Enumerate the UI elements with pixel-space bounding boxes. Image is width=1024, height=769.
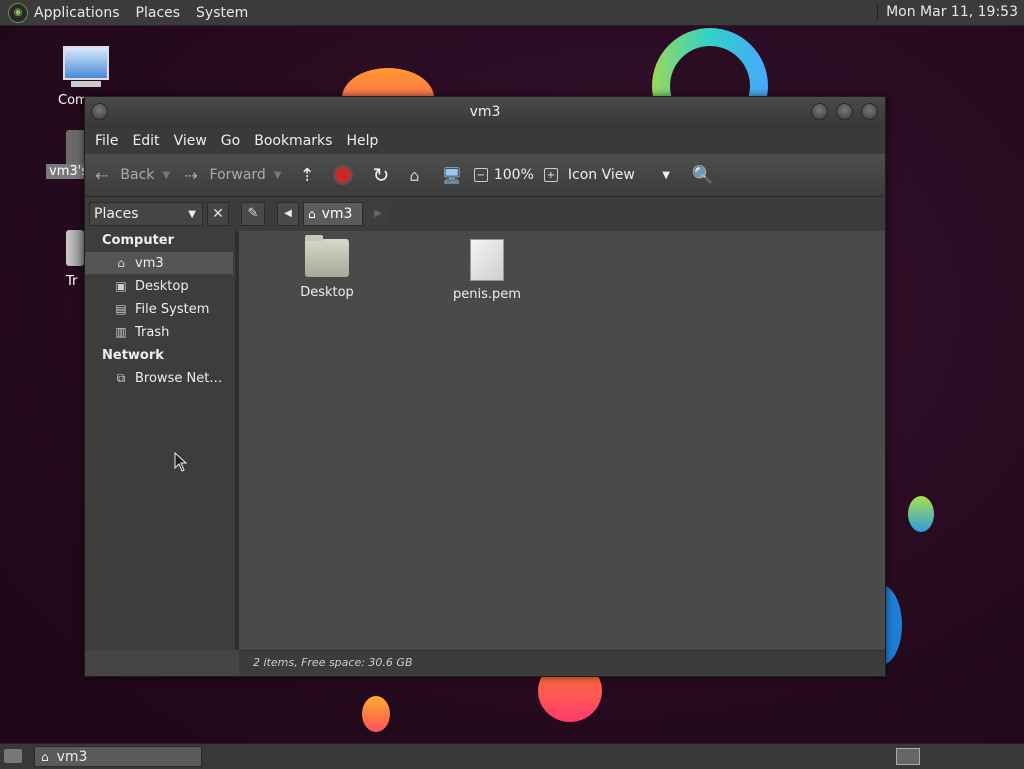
menu-edit[interactable]: Edit bbox=[132, 133, 159, 149]
trash-icon: ▥ bbox=[115, 325, 127, 339]
sidebar-item-label: vm3 bbox=[135, 255, 164, 271]
wallpaper-blob bbox=[908, 496, 934, 532]
sidebar-item-label: Desktop bbox=[135, 278, 189, 294]
trash-icon bbox=[66, 230, 84, 266]
window-menu-button[interactable] bbox=[91, 103, 108, 120]
home-icon: ⌂ bbox=[117, 256, 125, 270]
menu-system[interactable]: System bbox=[196, 5, 248, 21]
back-button[interactable]: ⇠ Back bbox=[95, 154, 154, 196]
reload-icon[interactable]: ↻ bbox=[373, 163, 390, 187]
folder-icon bbox=[305, 235, 349, 277]
file-item-label: Desktop bbox=[300, 285, 354, 300]
computer-icon[interactable]: 🖥 bbox=[442, 166, 462, 185]
maximize-button[interactable] bbox=[836, 103, 853, 120]
menubar: File Edit View Go Bookmarks Help bbox=[85, 127, 885, 154]
folder-tab bbox=[305, 235, 323, 241]
chevron-right-icon: ▶ bbox=[374, 208, 382, 219]
computer-icon bbox=[63, 46, 109, 80]
workspace-switcher-icon[interactable] bbox=[896, 748, 920, 765]
forward-history-dropdown-icon[interactable]: ▼ bbox=[274, 170, 282, 181]
forward-arrow-icon: ⇢ bbox=[184, 165, 198, 185]
sidebar-item-file-system[interactable]: ▤ File System bbox=[85, 298, 233, 320]
sidebar-heading-network: Network bbox=[102, 348, 164, 363]
home-icon: ⌂ bbox=[41, 749, 49, 764]
window-titlebar[interactable]: vm3 bbox=[85, 97, 885, 127]
chevron-down-icon: ▼ bbox=[662, 169, 670, 181]
home-icon: ⌂ bbox=[308, 207, 316, 221]
wallpaper-blob bbox=[362, 696, 390, 732]
file-item-desktop[interactable]: Desktop bbox=[287, 235, 367, 300]
sidebar-type-select[interactable]: Places ▼ bbox=[89, 202, 203, 226]
panel-clock[interactable]: Mon Mar 11, 19:53 bbox=[877, 4, 1018, 20]
file-view[interactable]: Desktop penis.pem bbox=[239, 231, 885, 650]
close-icon: ✕ bbox=[212, 206, 224, 222]
view-mode-label: Icon View bbox=[567, 167, 635, 183]
view-mode-select[interactable]: Icon View ▼ bbox=[568, 154, 678, 196]
back-history-dropdown-icon[interactable]: ▼ bbox=[162, 170, 170, 181]
menu-places[interactable]: Places bbox=[136, 5, 181, 21]
back-label: Back bbox=[120, 167, 155, 183]
chevron-left-icon: ◀ bbox=[284, 208, 292, 219]
sidebar-item-label: Browse Net… bbox=[135, 370, 223, 386]
up-arrow-icon[interactable]: ⇡ bbox=[300, 165, 315, 186]
breadcrumb-scroll-left[interactable]: ◀ bbox=[277, 202, 299, 226]
sidebar-item-label: File System bbox=[135, 301, 210, 317]
minimize-button[interactable] bbox=[811, 103, 828, 120]
chevron-down-icon: ▼ bbox=[188, 209, 196, 220]
breadcrumb-scroll-right[interactable]: ▶ bbox=[367, 202, 389, 226]
top-panel: ◉ Applications Places System Mon Mar 11,… bbox=[0, 0, 1024, 26]
menu-help[interactable]: Help bbox=[346, 133, 378, 149]
stop-icon[interactable] bbox=[332, 165, 353, 185]
sidebar-item-vm3[interactable]: ⌂ vm3 bbox=[85, 252, 233, 274]
menu-bookmarks[interactable]: Bookmarks bbox=[254, 133, 332, 149]
distro-logo-icon[interactable]: ◉ bbox=[8, 2, 28, 23]
document-icon bbox=[470, 239, 504, 281]
status-bar: 2 items, Free space: 30.6 GB bbox=[239, 650, 885, 676]
edit-icon: ✎ bbox=[247, 206, 259, 221]
close-button[interactable] bbox=[861, 103, 878, 120]
location-bar: Places ▼ ✕ ✎ ◀ ⌂ vm3 ▶ bbox=[85, 197, 885, 231]
close-sidebar-button[interactable]: ✕ bbox=[207, 202, 229, 226]
desktop-icon-label: vm3's bbox=[46, 164, 88, 179]
file-manager-window: vm3 File Edit View Go Bookmarks Help ⇠ B… bbox=[84, 96, 886, 677]
zoom-out-icon[interactable]: − bbox=[473, 168, 488, 182]
back-arrow-icon: ⇠ bbox=[95, 165, 109, 185]
breadcrumb-vm3[interactable]: ⌂ vm3 bbox=[303, 202, 363, 226]
bottom-panel: ⌂ vm3 bbox=[0, 743, 1024, 769]
sidebar-heading-computer: Computer bbox=[102, 233, 175, 248]
taskbar-item-vm3[interactable]: ⌂ vm3 bbox=[34, 746, 202, 767]
menu-go[interactable]: Go bbox=[221, 133, 240, 149]
sidebar-item-desktop[interactable]: ▣ Desktop bbox=[85, 275, 233, 297]
home-icon[interactable]: ⌂ bbox=[409, 166, 419, 185]
file-item-pem[interactable]: penis.pem bbox=[447, 239, 527, 302]
toggle-location-entry-button[interactable]: ✎ bbox=[241, 202, 265, 226]
forward-button[interactable]: ⇢ Forward bbox=[184, 154, 266, 196]
window-title: vm3 bbox=[469, 104, 501, 120]
zoom-in-icon[interactable]: + bbox=[543, 168, 558, 182]
sidebar-item-label: Trash bbox=[135, 324, 170, 340]
menu-view[interactable]: View bbox=[174, 133, 207, 149]
sidebar-type-label: Places bbox=[94, 206, 139, 222]
forward-label: Forward bbox=[209, 167, 266, 183]
places-sidebar: Computer ⌂ vm3 ▣ Desktop ▤ File System ▥… bbox=[85, 231, 239, 650]
toolbar: ⇠ Back ▼ ⇢ Forward ▼ ⇡ ↻ ⌂ 🖥 − 100% + Ic… bbox=[85, 154, 885, 197]
breadcrumb-label: vm3 bbox=[321, 206, 353, 222]
sidebar-item-browse-network[interactable]: ⧉ Browse Net… bbox=[85, 367, 233, 389]
show-desktop-icon[interactable] bbox=[4, 749, 22, 763]
network-icon: ⧉ bbox=[116, 370, 126, 385]
file-item-label: penis.pem bbox=[453, 287, 521, 302]
desktop-icon-home[interactable]: vm3's bbox=[46, 130, 96, 179]
mouse-cursor-icon bbox=[174, 452, 188, 472]
drive-icon: ▤ bbox=[115, 302, 127, 316]
desktop-icon: ▣ bbox=[115, 279, 127, 293]
menu-file[interactable]: File bbox=[95, 133, 118, 149]
menu-applications[interactable]: Applications bbox=[34, 5, 120, 21]
sidebar-item-trash[interactable]: ▥ Trash bbox=[85, 321, 233, 343]
computer-icon-stand bbox=[71, 81, 101, 87]
zoom-level: 100% bbox=[493, 167, 534, 183]
taskbar-item-label: vm3 bbox=[56, 748, 88, 765]
search-icon[interactable]: 🔍 bbox=[692, 165, 714, 186]
